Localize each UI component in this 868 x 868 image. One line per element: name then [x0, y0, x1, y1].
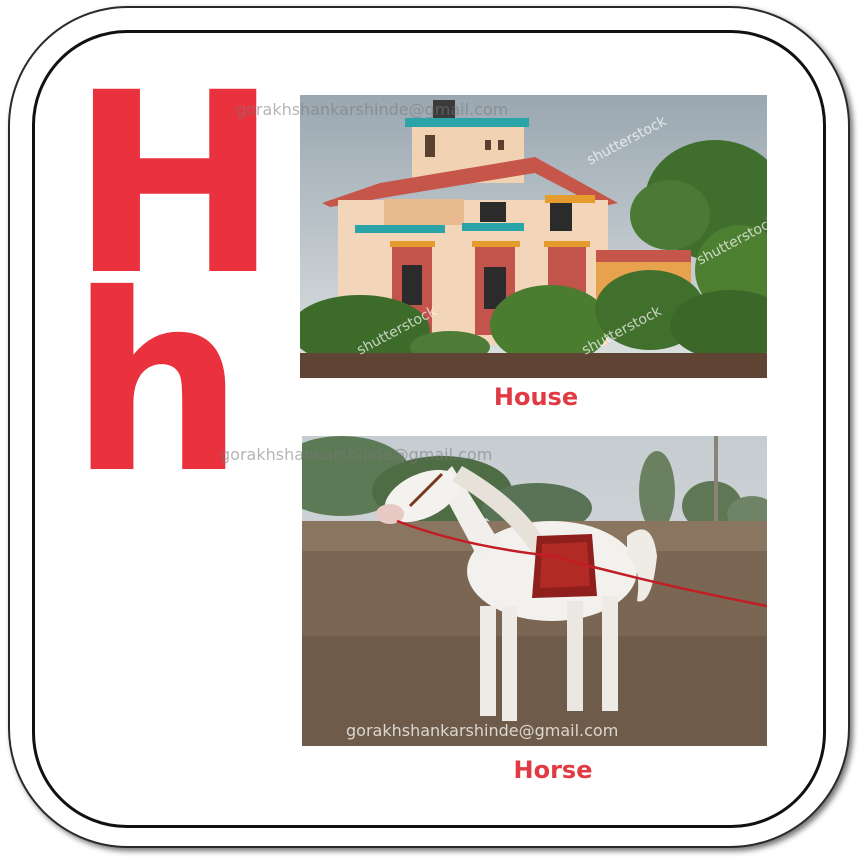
lowercase-letter: h — [70, 242, 245, 527]
email-watermark: gorakhshankarshinde@gmail.com — [346, 721, 619, 740]
email-watermark: gorakhshankarshinde@gmail.com — [220, 445, 493, 464]
email-watermark: gorakhshankarshinde@gmail.com — [236, 100, 509, 119]
horse-photo — [302, 436, 767, 746]
house-caption: House — [493, 383, 579, 411]
horse-caption: Horse — [513, 756, 593, 784]
house-photo: shutterstock shutterstock shutterstock s… — [300, 95, 767, 378]
